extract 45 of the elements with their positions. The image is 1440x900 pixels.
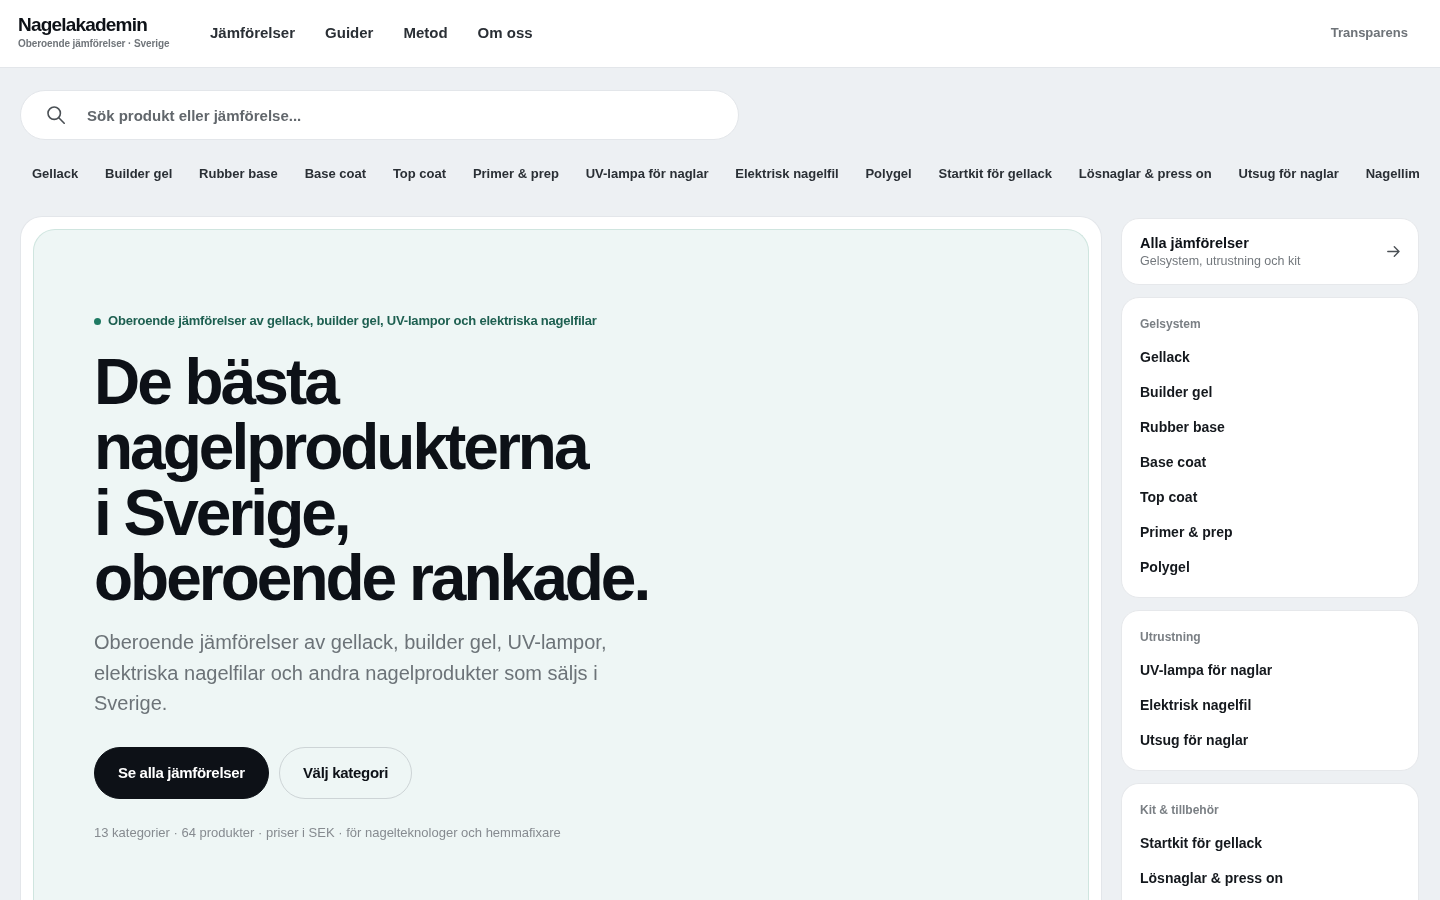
category-link[interactable]: Elektrisk nagelfil (723, 160, 851, 188)
category-link[interactable]: Polygel (853, 160, 924, 188)
hero-heading: De bästa nagelprodukterna i Sverige, oberoende rankade. (94, 350, 650, 612)
category-link[interactable]: Builder gel (93, 160, 185, 188)
group-heading: Gelsystem (1140, 316, 1202, 333)
sidebar-link[interactable]: Top coat (1140, 480, 1400, 515)
sidebar-link[interactable]: Startkit för gellack (1140, 826, 1400, 861)
sidebar-link[interactable]: Lösnaglar & press on (1140, 861, 1400, 896)
sidebar-link[interactable]: Base coat (1140, 445, 1400, 480)
sidebar-link[interactable]: UV-lampa för naglar (1140, 653, 1400, 688)
sidebar-link[interactable]: Gellack (1140, 340, 1400, 375)
category-link[interactable]: Rubber base (187, 160, 290, 188)
group-heading: Kit & tillbehör (1140, 802, 1220, 819)
category-link[interactable]: Startkit för gellack (926, 160, 1064, 188)
sidebar-link[interactable]: Polygel (1140, 550, 1400, 585)
sidebar-link[interactable]: Builder gel (1140, 375, 1400, 410)
category-link[interactable]: Utsug för naglar (1226, 160, 1351, 188)
sidebar-link[interactable]: Rubber base (1140, 410, 1400, 445)
nav-link[interactable]: Jämförelser (210, 22, 296, 43)
category-link[interactable]: Nagellim (1353, 160, 1432, 188)
arrow-right-icon (1387, 246, 1400, 257)
dot-icon (94, 317, 101, 325)
nav-link[interactable]: Om oss (477, 22, 533, 43)
all-comparisons-link[interactable]: Alla jämförelser Gelsystem, utrustning och kit (1121, 218, 1419, 285)
primary-button[interactable]: Se alla jämförelser (94, 746, 269, 799)
category-link[interactable]: Primer & prep (460, 160, 571, 188)
category-link[interactable]: UV-lampa för naglar (573, 160, 721, 188)
sidebar-link[interactable]: Elektrisk nagelfil (1140, 688, 1400, 723)
hero-stats-text: 13 kategorier · 64 produkter · priser i SEK · för nagelteknologer och hemmafixare (94, 824, 562, 841)
site-tagline: Oberoende jämförelser · Sverige (18, 38, 170, 50)
nav-link[interactable]: Metod (403, 22, 448, 43)
category-link[interactable]: Base coat (292, 160, 379, 188)
eyebrow-text: Oberoende jämförelser av gellack, builder gel, UV-lampor och elektriska nagelfilar (108, 313, 597, 329)
search-icon (47, 106, 65, 124)
sidebar-link[interactable]: Utsug för naglar (1140, 723, 1400, 758)
search-field[interactable]: Sök produkt eller jämförelse... (20, 90, 739, 140)
sidebar-link[interactable]: Primer & prep (1140, 515, 1400, 550)
category-link[interactable]: Top coat (380, 160, 459, 188)
header-link[interactable]: Transparens (1330, 25, 1408, 40)
category-link[interactable]: Gellack (20, 160, 91, 188)
nav-link[interactable]: Guider (325, 22, 374, 43)
category-link[interactable]: Lösnaglar & press on (1066, 160, 1224, 188)
site-logo[interactable]: Nagelakademin (18, 14, 147, 35)
group-heading: Utrustning (1140, 629, 1202, 646)
hero-description: Oberoende jämförelser av gellack, builder gel, UV-lampor, elektriska nagelfilar och andra nagelprodukter som säljs i Sverige. (94, 630, 608, 717)
